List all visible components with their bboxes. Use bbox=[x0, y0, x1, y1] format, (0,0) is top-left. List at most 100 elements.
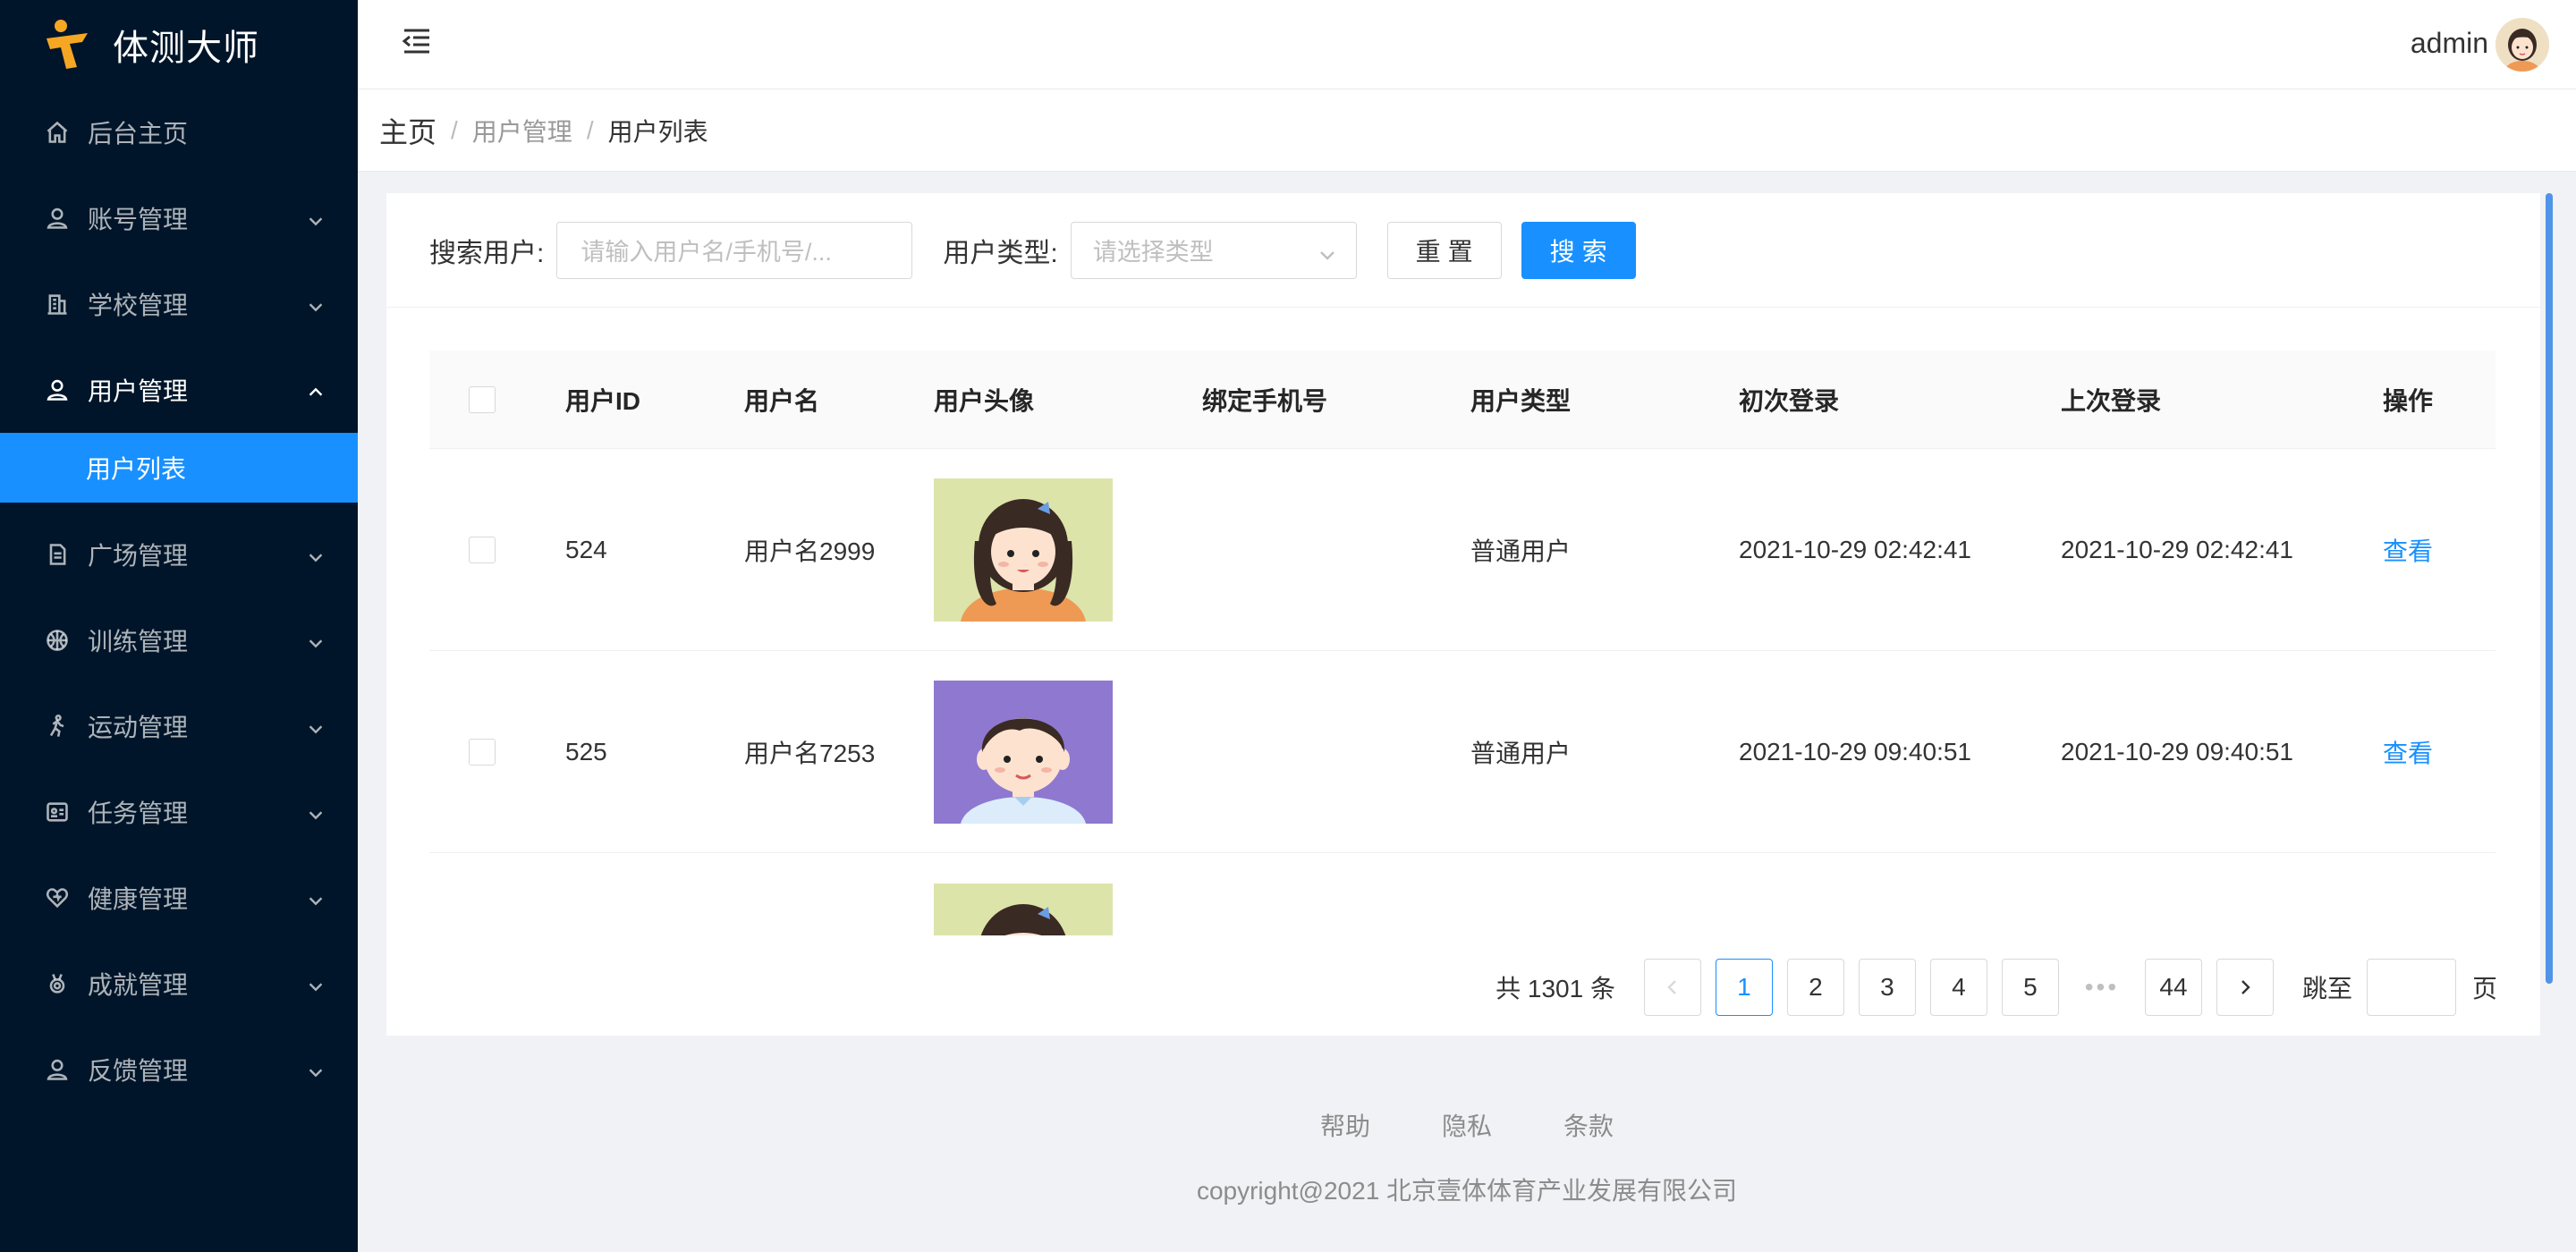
search-user-placeholder: 请输入用户名/手机号/... bbox=[580, 239, 832, 266]
last-login: 2021-10-29 02:42:41 bbox=[2061, 535, 2293, 563]
sidebar-item-label: 反馈管理 bbox=[88, 1057, 189, 1085]
chevron-up-icon bbox=[306, 380, 326, 400]
user-icon bbox=[43, 376, 72, 404]
sidebar-item-label: 学校管理 bbox=[88, 292, 189, 319]
sidebar-item-tasks[interactable]: 任务管理 bbox=[0, 769, 358, 855]
search-bar: 搜索用户: 请输入用户名/手机号/... 用户类型: 请选择类型 重置 搜索 bbox=[386, 193, 2540, 308]
breadcrumb-current: 用户列表 bbox=[607, 117, 708, 146]
column-header: 用户头像 bbox=[934, 386, 1035, 415]
sidebar-item-accounts[interactable]: 账号管理 bbox=[0, 175, 358, 261]
search-user-label: 搜索用户: bbox=[429, 238, 545, 268]
user-avatar bbox=[934, 478, 1113, 622]
view-link[interactable]: 查看 bbox=[2383, 532, 2496, 568]
chevron-down-icon bbox=[306, 294, 326, 314]
footer-links: 帮助 隐私 条款 bbox=[358, 1107, 2576, 1143]
pagination: 共 1301 条 1 2 3 4 5 ••• 44 跳至 页 bbox=[1496, 959, 2497, 1016]
sidebar-item-training[interactable]: 训练管理 bbox=[0, 597, 358, 683]
jump-page-input[interactable] bbox=[2366, 959, 2456, 1016]
column-header: 用户类型 bbox=[1470, 386, 1572, 415]
menu-fold-icon[interactable] bbox=[401, 25, 433, 57]
sidebar-item-label: 健康管理 bbox=[88, 885, 189, 913]
page-button-last[interactable]: 44 bbox=[2144, 959, 2202, 1016]
submenu-users: 用户列表 bbox=[0, 433, 358, 503]
header-username[interactable]: admin bbox=[2411, 27, 2488, 60]
sidebar-item-health[interactable]: 健康管理 bbox=[0, 855, 358, 941]
footer-terms-link[interactable]: 条款 bbox=[1563, 1107, 1614, 1143]
ball-icon bbox=[43, 626, 72, 655]
user-avatar bbox=[934, 884, 1113, 935]
page-button-3[interactable]: 3 bbox=[1858, 959, 1916, 1016]
top-header: admin bbox=[358, 0, 2576, 89]
sidebar-item-label: 训练管理 bbox=[88, 628, 189, 656]
sidebar-item-sports[interactable]: 运动管理 bbox=[0, 683, 358, 769]
user-table-viewport: 用户ID 用户名 用户头像 绑定手机号 用户类型 初次登录 上次登录 操作 52… bbox=[386, 351, 2540, 935]
page-button-1[interactable]: 1 bbox=[1715, 959, 1773, 1016]
sidebar-item-label: 用户管理 bbox=[88, 377, 189, 405]
reset-button[interactable]: 重置 bbox=[1386, 221, 1502, 279]
sidebar-item-label: 广场管理 bbox=[88, 542, 189, 570]
chevron-right-icon bbox=[2241, 980, 2250, 994]
user-table: 用户ID 用户名 用户头像 绑定手机号 用户类型 初次登录 上次登录 操作 52… bbox=[429, 351, 2496, 935]
breadcrumb-separator: / bbox=[586, 115, 594, 144]
heart-icon bbox=[43, 884, 72, 912]
select-all-checkbox[interactable] bbox=[469, 385, 496, 413]
next-page-button[interactable] bbox=[2216, 959, 2274, 1016]
sidebar-subitem-user-list[interactable]: 用户列表 bbox=[0, 433, 358, 503]
chevron-down-icon bbox=[306, 1060, 326, 1079]
chevron-down-icon bbox=[306, 208, 326, 228]
user-list-card: 搜索用户: 请输入用户名/手机号/... 用户类型: 请选择类型 重置 搜索 用… bbox=[386, 193, 2540, 1036]
page-ellipsis[interactable]: ••• bbox=[2072, 959, 2131, 1016]
sidebar-item-label: 账号管理 bbox=[88, 206, 189, 233]
chevron-down-icon bbox=[306, 974, 326, 994]
table-row bbox=[429, 853, 2496, 935]
user-name: 用户名2999 bbox=[744, 537, 876, 565]
runner-icon bbox=[43, 712, 72, 740]
user-type-label: 用户类型: bbox=[943, 238, 1058, 268]
scrollbar[interactable] bbox=[2546, 193, 2553, 984]
breadcrumb-home[interactable]: 主页 bbox=[379, 110, 436, 151]
sidebar-item-dashboard[interactable]: 后台主页 bbox=[0, 89, 358, 175]
search-button[interactable]: 搜索 bbox=[1521, 221, 1636, 279]
avatar[interactable] bbox=[2496, 18, 2549, 72]
page-button-5[interactable]: 5 bbox=[2001, 959, 2059, 1016]
sidebar-item-schools[interactable]: 学校管理 bbox=[0, 261, 358, 347]
column-header: 绑定手机号 bbox=[1202, 386, 1328, 415]
last-login: 2021-10-29 09:40:51 bbox=[2061, 737, 2293, 766]
first-login: 2021-10-29 02:42:41 bbox=[1739, 535, 1971, 563]
sidebar-item-label: 任务管理 bbox=[88, 799, 189, 827]
search-user-input[interactable]: 请输入用户名/手机号/... bbox=[556, 221, 913, 279]
sidebar-item-label: 后台主页 bbox=[88, 120, 189, 148]
user-icon bbox=[43, 1055, 72, 1084]
document-icon bbox=[43, 540, 72, 569]
page-button-2[interactable]: 2 bbox=[1786, 959, 1844, 1016]
breadcrumb-user-management[interactable]: 用户管理 bbox=[472, 113, 572, 148]
prev-page-button[interactable] bbox=[1643, 959, 1701, 1016]
user-type-select[interactable]: 请选择类型 bbox=[1070, 221, 1357, 279]
footer-privacy-link[interactable]: 隐私 bbox=[1442, 1107, 1492, 1143]
sidebar-item-achievements[interactable]: 成就管理 bbox=[0, 941, 358, 1027]
sidebar-item-users[interactable]: 用户管理 bbox=[0, 347, 358, 433]
home-icon bbox=[43, 118, 72, 147]
chevron-down-icon bbox=[306, 630, 326, 650]
app-title: 体测大师 bbox=[113, 29, 259, 68]
chevron-left-icon bbox=[1667, 980, 1676, 994]
app-logo[interactable]: 体测大师 bbox=[0, 0, 358, 89]
view-link[interactable]: 查看 bbox=[2383, 734, 2496, 770]
page-button-4[interactable]: 4 bbox=[1929, 959, 1987, 1016]
user-id: 525 bbox=[565, 737, 607, 766]
sidebar-item-square[interactable]: 广场管理 bbox=[0, 512, 358, 597]
idcard-icon bbox=[43, 798, 72, 826]
chevron-down-icon bbox=[306, 888, 326, 908]
logo-icon bbox=[41, 17, 97, 72]
footer-help-link[interactable]: 帮助 bbox=[1320, 1107, 1370, 1143]
sidebar-item-feedback[interactable]: 反馈管理 bbox=[0, 1027, 358, 1112]
table-row: 525 用户名7253 普通用户 2021-10-29 09:40:51 202… bbox=[429, 651, 2496, 853]
copyright: copyright@2021 北京壹体体育产业发展有限公司 bbox=[1196, 1177, 1738, 1205]
row-checkbox[interactable] bbox=[469, 536, 496, 563]
sidebar-item-label: 运动管理 bbox=[88, 714, 189, 741]
row-checkbox[interactable] bbox=[469, 738, 496, 766]
user-icon bbox=[43, 204, 72, 233]
table-row: 524 用户名2999 普通用户 2021-10-29 02:42:41 202… bbox=[429, 449, 2496, 651]
building-icon bbox=[43, 290, 72, 318]
column-header: 初次登录 bbox=[1739, 386, 1840, 415]
